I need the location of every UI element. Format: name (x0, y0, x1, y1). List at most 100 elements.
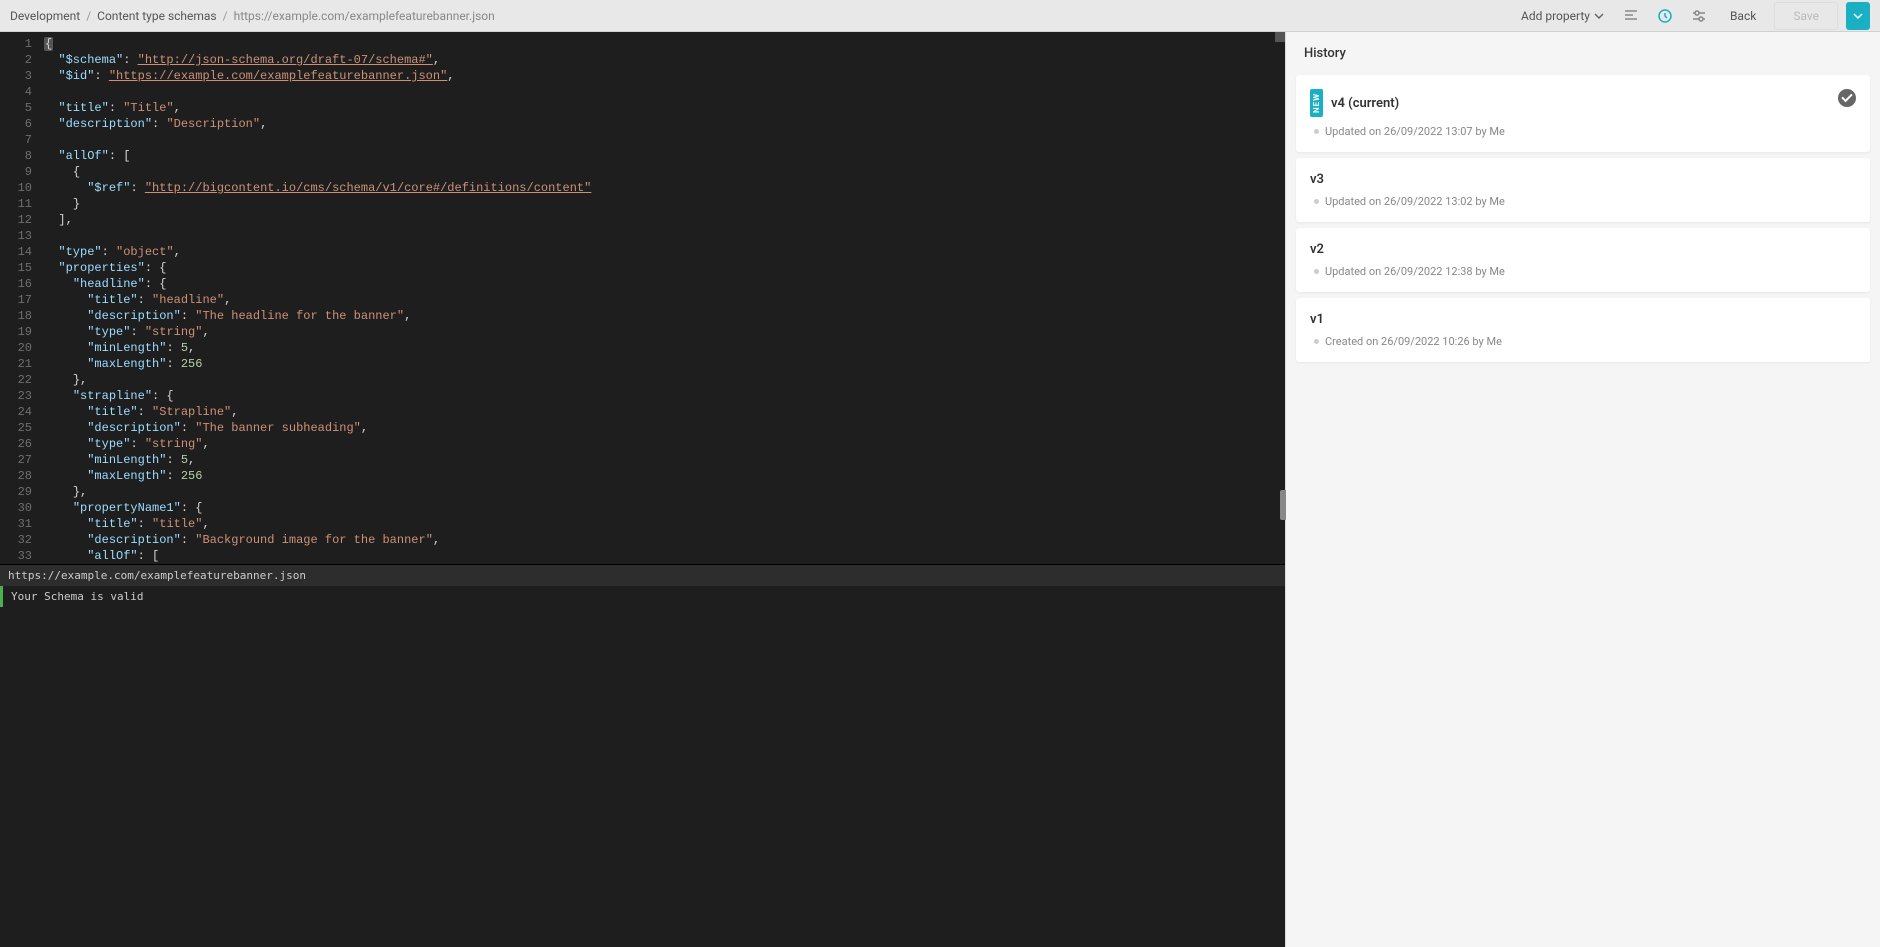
history-version-card[interactable]: NEW v4 (current) Updated on 26/09/2022 13:… (1296, 75, 1870, 152)
top-bar: Development / Content type schemas / htt… (0, 0, 1880, 32)
code-line[interactable]: "title": "Title", (40, 100, 1285, 116)
line-number: 24 (0, 404, 32, 420)
line-number: 14 (0, 244, 32, 260)
check-icon (1838, 89, 1856, 107)
code-line[interactable]: "allOf": [ (40, 148, 1285, 164)
history-version-card[interactable]: v1 Created on 26/09/2022 10:26 by Me (1296, 298, 1870, 362)
line-number: 19 (0, 324, 32, 340)
code-line[interactable]: "description": "Background image for the… (40, 532, 1285, 548)
code-line[interactable]: "minLength": 5, (40, 452, 1285, 468)
editor-panel: 1234567891011121314151617181920212223242… (0, 32, 1285, 947)
line-number: 27 (0, 452, 32, 468)
top-actions: Add property Back Save (1515, 2, 1870, 30)
code-line[interactable]: "type": "string", (40, 324, 1285, 340)
code-line[interactable]: "$ref": "http://bigcontent.io/cms/schema… (40, 180, 1285, 196)
version-meta: Updated on 26/09/2022 13:02 by Me (1310, 195, 1856, 208)
code-line[interactable]: "minLength": 5, (40, 340, 1285, 356)
version-name: v3 (1310, 172, 1324, 187)
version-name: v1 (1310, 312, 1324, 327)
line-number: 29 (0, 484, 32, 500)
breadcrumb: Development / Content type schemas / htt… (10, 9, 495, 23)
history-title: History (1286, 32, 1880, 75)
code-line[interactable]: "propertyName1": { (40, 500, 1285, 516)
code-line[interactable]: "$schema": "http://json-schema.org/draft… (40, 52, 1285, 68)
breadcrumb-schemas[interactable]: Content type schemas (97, 9, 216, 23)
line-number: 15 (0, 260, 32, 276)
chevron-down-icon (1853, 11, 1863, 21)
code-line[interactable] (40, 132, 1285, 148)
code-line[interactable]: "headline": { (40, 276, 1285, 292)
code-line[interactable]: "$id": "https://example.com/examplefeatu… (40, 68, 1285, 84)
line-number: 5 (0, 100, 32, 116)
line-number: 28 (0, 468, 32, 484)
code-line[interactable] (40, 84, 1285, 100)
line-number: 3 (0, 68, 32, 84)
save-dropdown-button[interactable] (1846, 2, 1870, 30)
code-line[interactable]: "properties": { (40, 260, 1285, 276)
line-number: 21 (0, 356, 32, 372)
code-line[interactable]: "type": "string", (40, 436, 1285, 452)
version-meta: Updated on 26/09/2022 13:07 by Me (1310, 125, 1856, 138)
version-name: v2 (1310, 242, 1324, 257)
history-version-card[interactable]: v2 Updated on 26/09/2022 12:38 by Me (1296, 228, 1870, 292)
settings-icon[interactable] (1686, 3, 1712, 29)
code-line[interactable]: "title": "title", (40, 516, 1285, 532)
line-number: 11 (0, 196, 32, 212)
code-line[interactable]: "maxLength": 256 (40, 468, 1285, 484)
code-line[interactable]: { (40, 36, 1285, 52)
line-number: 30 (0, 500, 32, 516)
code-line[interactable]: "maxLength": 256 (40, 356, 1285, 372)
validation-bar: https://example.com/examplefeaturebanner… (0, 564, 1285, 947)
line-number-gutter: 1234567891011121314151617181920212223242… (0, 32, 40, 564)
line-number: 6 (0, 116, 32, 132)
line-number: 20 (0, 340, 32, 356)
code-line[interactable]: } (40, 196, 1285, 212)
breadcrumb-development[interactable]: Development (10, 9, 80, 23)
code-line[interactable]: "description": "The headline for the ban… (40, 308, 1285, 324)
code-line[interactable]: }, (40, 372, 1285, 388)
code-lines[interactable]: { "$schema": "http://json-schema.org/dra… (40, 32, 1285, 564)
line-number: 7 (0, 132, 32, 148)
code-line[interactable]: }, (40, 484, 1285, 500)
version-meta: Updated on 26/09/2022 12:38 by Me (1310, 265, 1856, 278)
validation-file: https://example.com/examplefeaturebanner… (0, 564, 1285, 586)
history-version-card[interactable]: v3 Updated on 26/09/2022 13:02 by Me (1296, 158, 1870, 222)
save-button: Save (1774, 2, 1838, 30)
code-line[interactable]: "description": "The banner subheading", (40, 420, 1285, 436)
add-property-button[interactable]: Add property (1515, 5, 1610, 27)
validation-output-area (0, 607, 1285, 947)
main-area: 1234567891011121314151617181920212223242… (0, 32, 1880, 947)
version-meta: Created on 26/09/2022 10:26 by Me (1310, 335, 1856, 348)
line-number: 10 (0, 180, 32, 196)
code-line[interactable]: "title": "headline", (40, 292, 1285, 308)
line-number: 2 (0, 52, 32, 68)
format-icon[interactable] (1618, 3, 1644, 29)
add-property-label: Add property (1521, 9, 1590, 23)
code-line[interactable]: "strapline": { (40, 388, 1285, 404)
code-line[interactable]: "title": "Strapline", (40, 404, 1285, 420)
line-number: 16 (0, 276, 32, 292)
minimap-indicator[interactable] (1275, 32, 1285, 42)
version-name: v4 (current) (1331, 96, 1399, 111)
line-number: 18 (0, 308, 32, 324)
code-line[interactable]: "type": "object", (40, 244, 1285, 260)
line-number: 9 (0, 164, 32, 180)
code-line[interactable] (40, 228, 1285, 244)
line-number: 8 (0, 148, 32, 164)
code-line[interactable]: "allOf": [ (40, 548, 1285, 564)
panel-resize-handle[interactable] (1280, 490, 1286, 520)
back-button[interactable]: Back (1720, 5, 1766, 27)
history-icon[interactable] (1652, 3, 1678, 29)
code-line[interactable]: { (40, 164, 1285, 180)
line-number: 26 (0, 436, 32, 452)
validation-message: Your Schema is valid (0, 586, 1285, 607)
line-number: 33 (0, 548, 32, 564)
line-number: 25 (0, 420, 32, 436)
code-line[interactable]: "description": "Description", (40, 116, 1285, 132)
line-number: 22 (0, 372, 32, 388)
code-editor[interactable]: 1234567891011121314151617181920212223242… (0, 32, 1285, 564)
history-list: NEW v4 (current) Updated on 26/09/2022 13:… (1286, 75, 1880, 362)
new-badge: NEW (1310, 89, 1323, 117)
line-number: 13 (0, 228, 32, 244)
code-line[interactable]: ], (40, 212, 1285, 228)
